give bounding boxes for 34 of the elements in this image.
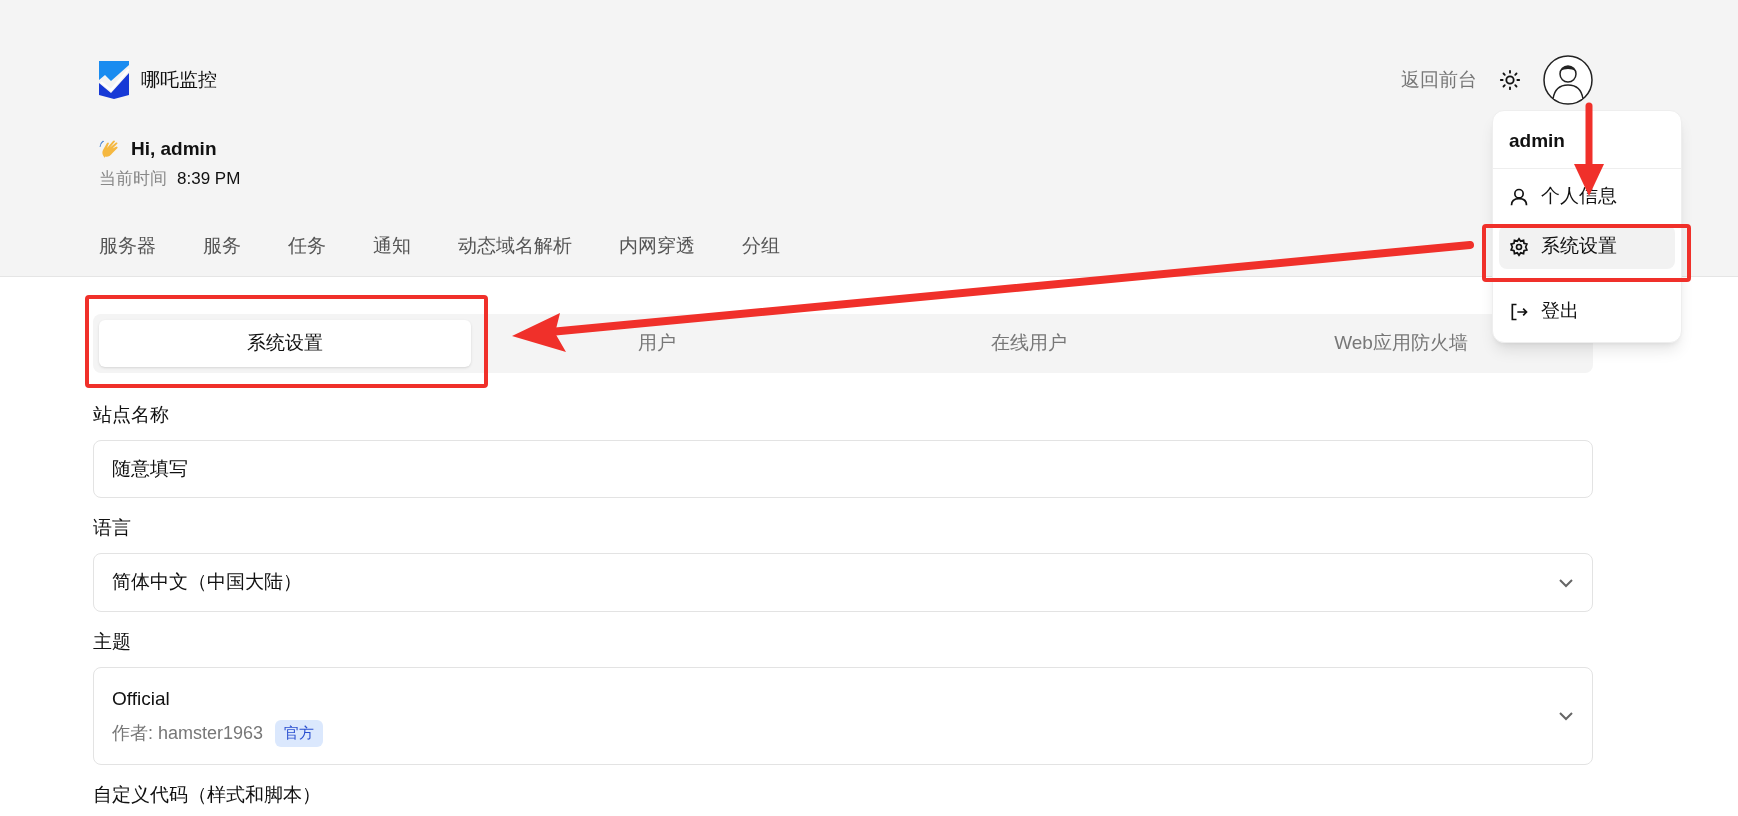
settings-tab[interactable]: 用户 [471,320,843,367]
theme-name: Official [112,687,171,712]
field-label: 主题 [93,629,131,654]
nav-tab[interactable]: 服务 [203,231,241,268]
app-title: 哪吒监控 [141,67,217,92]
waving-hand-icon [99,138,121,160]
greeting: Hi, admin [131,136,217,161]
settings-tab[interactable]: 在线用户 [843,320,1215,367]
section-heading: 自定义代码（样式和脚本） [93,782,321,807]
time-label: 当前时间 [99,168,167,190]
theme-author: 作者: hamster1963 [112,721,264,745]
settings-tab[interactable]: 系统设置 [99,320,471,367]
chevron-down-icon [1558,711,1574,721]
logout-icon [1509,301,1529,322]
field-label: 站点名称 [93,402,169,427]
back-link[interactable]: 返回前台 [1401,65,1477,95]
theme-select[interactable]: Official 作者: hamster1963 官方 [93,667,1593,765]
language-select[interactable]: 简体中文（中国大陆） [93,553,1593,612]
nav-tab[interactable]: 分组 [742,231,780,268]
nav-tab[interactable]: 通知 [373,231,411,268]
field-label: 语言 [93,515,131,540]
sun-icon[interactable] [1499,69,1521,91]
chevron-down-icon [1558,577,1574,588]
settings-icon [1509,236,1529,257]
nav-tab[interactable]: 动态域名解析 [458,231,572,268]
current-time: 8:39 PM [177,168,241,190]
nav-tab[interactable]: 内网穿透 [619,231,695,268]
logo-icon [99,61,131,99]
user-icon [1509,186,1529,207]
nav-tab[interactable]: 服务器 [99,231,156,268]
avatar[interactable] [1543,55,1593,105]
nav-tab[interactable]: 任务 [288,231,326,268]
text-field[interactable]: 随意填写 [93,440,1593,498]
official-badge: 官方 [275,720,324,747]
